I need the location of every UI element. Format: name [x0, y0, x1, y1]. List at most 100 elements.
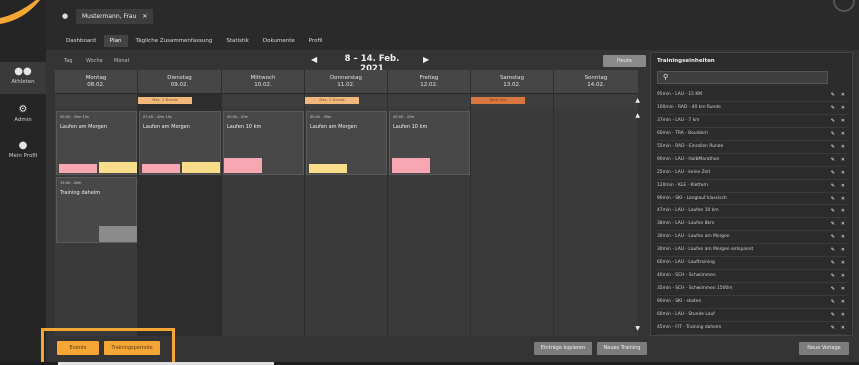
list-item[interactable]: 90min - SKI - skaten ✎ ✕ — [657, 296, 847, 309]
pencil-icon[interactable]: ✎ — [831, 167, 835, 179]
list-item[interactable]: 25min - LAU - keine Zeit ✎ ✕ — [657, 167, 847, 180]
pencil-icon[interactable]: ✎ — [831, 218, 835, 230]
delete-icon[interactable]: ✕ — [841, 296, 845, 308]
list-item[interactable]: 60min - LAU - Lauftraining ✎ ✕ — [657, 257, 847, 271]
scroll-up-icon[interactable]: ▲ — [635, 112, 640, 119]
pencil-icon[interactable]: ✎ — [831, 115, 835, 127]
list-item[interactable]: 38min - LAU - Laufen 8km ✎ ✕ — [657, 218, 847, 232]
tab-daily-summary[interactable]: Tägliche Zusammenfassung — [130, 35, 219, 47]
pencil-icon[interactable]: ✎ — [831, 231, 835, 243]
list-item[interactable]: 60min - LAU - Stunde Lauf ✎ ✕ — [657, 309, 847, 322]
delete-icon[interactable]: ✕ — [841, 231, 845, 243]
pencil-icon[interactable]: ✎ — [831, 296, 835, 308]
training-period-button[interactable]: Trainingsperiode — [104, 341, 160, 355]
view-day[interactable]: Tag — [64, 58, 72, 64]
list-item[interactable]: 45min - FIT - Training daheim ✎ ✕ — [657, 322, 847, 335]
delete-icon[interactable]: ✕ — [841, 283, 845, 295]
delete-icon[interactable]: ✕ — [841, 141, 845, 153]
delete-icon[interactable]: ✕ — [841, 309, 845, 321]
today-button[interactable]: Heute — [603, 55, 646, 67]
delete-icon[interactable]: ✕ — [841, 89, 845, 101]
tab-plan[interactable]: Plan — [103, 35, 128, 47]
pencil-icon[interactable]: ✎ — [831, 270, 835, 282]
delete-icon[interactable]: ✕ — [841, 205, 845, 217]
delete-icon[interactable]: ✕ — [841, 167, 845, 179]
delete-icon[interactable]: ✕ — [841, 154, 845, 166]
close-icon[interactable]: ✕ — [142, 13, 147, 20]
pencil-icon[interactable]: ✎ — [831, 141, 835, 153]
user-avatar[interactable] — [833, 0, 855, 12]
nav-admin[interactable]: ⚙ Admin — [0, 104, 46, 128]
list-item[interactable]: 37min - LAU - 7 km ✎ ✕ — [657, 115, 847, 128]
tab-documents[interactable]: Dokumente — [257, 35, 301, 47]
pencil-icon[interactable]: ✎ — [831, 205, 835, 217]
nav-my-profile[interactable]: ● Mein Profil — [0, 140, 46, 164]
view-month[interactable]: Monat — [114, 58, 130, 64]
list-item[interactable]: 55min - RAD - Einrollen Runde ✎ ✕ — [657, 141, 847, 154]
list-item[interactable]: 30min - LAU - Laufen am Morgen entspannt… — [657, 244, 847, 258]
list-item[interactable]: 60min - TRA - Bouldern ✎ ✕ — [657, 128, 847, 141]
list-item[interactable]: 120min - KLE - Klettern ✎ ✕ — [657, 180, 847, 193]
day-column-sunday[interactable]: Sonntag 14.02. — [554, 70, 638, 336]
events-button[interactable]: Events — [57, 341, 99, 355]
next-week-icon[interactable]: ▶ — [423, 55, 429, 64]
training-event[interactable]: 00:00 - 35m 15s Laufen am Morgen — [56, 111, 137, 175]
day-column-friday[interactable]: Freitag 12.02. — [388, 70, 471, 336]
athlete-tab[interactable]: Mustermann, Frau ✕ — [76, 9, 154, 24]
new-template-button[interactable]: Neue Vorlage — [799, 342, 849, 355]
list-item[interactable]: 30min - LAU - Laufen am Morgen ✎ ✕ — [657, 231, 847, 245]
day-column-tuesday[interactable]: Dienstag 09.02. — [138, 70, 222, 336]
delete-icon[interactable]: ✕ — [841, 180, 845, 192]
list-item[interactable]: 47min - LAU - Laufen 10 km ✎ ✕ — [657, 205, 847, 219]
copy-entries-button[interactable]: Einträge kopieren — [534, 342, 592, 355]
pencil-icon[interactable]: ✎ — [831, 193, 835, 205]
list-item[interactable]: 90min - SKI - Langlauf klassisch ✎ ✕ — [657, 193, 847, 206]
day-column-wednesday[interactable]: Mittwoch 10.02. — [222, 70, 305, 336]
delete-icon[interactable]: ✕ — [841, 102, 845, 114]
delete-icon[interactable]: ✕ — [841, 218, 845, 230]
delete-icon[interactable]: ✕ — [841, 115, 845, 127]
list-item[interactable]: 90min - LAU - HalbMarathon ✎ ✕ — [657, 154, 847, 167]
list-item[interactable]: 95min - LAU - 15 KM ✎ ✕ — [657, 89, 847, 102]
pencil-icon[interactable]: ✎ — [831, 257, 835, 269]
pencil-icon[interactable]: ✎ — [831, 102, 835, 114]
day-column-saturday[interactable]: Samstag 13.02. — [471, 70, 554, 336]
training-event[interactable]: 15:00 - 45m Training daheim — [56, 177, 137, 243]
delete-icon[interactable]: ✕ — [841, 322, 845, 334]
training-event[interactable]: 00:00 - 47m Laufen 10 km — [389, 111, 470, 175]
scroll-down-icon[interactable]: ▼ — [635, 325, 640, 332]
training-event[interactable]: 00:00 - 30m Laufen am Morgen — [306, 111, 387, 175]
list-item[interactable]: 40min - SCH - Schwimmen ✎ ✕ — [657, 270, 847, 284]
plan-chip[interactable]: Max. 2 Stunde — [305, 97, 359, 104]
view-week[interactable]: Woche — [86, 58, 103, 64]
pencil-icon[interactable]: ✎ — [831, 244, 835, 256]
day-name: Sonntag — [584, 75, 608, 81]
new-training-button[interactable]: Neues Training — [597, 342, 647, 355]
pencil-icon[interactable]: ✎ — [831, 309, 835, 321]
list-item[interactable]: 100min - RAD - 40 km Runde ✎ ✕ — [657, 102, 847, 115]
delete-icon[interactable]: ✕ — [841, 244, 845, 256]
tab-profile[interactable]: Profil — [303, 35, 329, 47]
training-event[interactable]: 07:49 - 42m 15s Laufen am Morgen — [139, 111, 221, 175]
nav-athletes[interactable]: ●● Athleten — [0, 62, 46, 94]
pencil-icon[interactable]: ✎ — [831, 322, 835, 334]
day-column-thursday[interactable]: Donnerstag 11.02. — [305, 70, 388, 336]
delete-icon[interactable]: ✕ — [841, 270, 845, 282]
plan-chip[interactable]: Max. 2 Stunde — [138, 97, 192, 104]
tab-dashboard[interactable]: Dashboard — [60, 35, 102, 47]
delete-icon[interactable]: ✕ — [841, 257, 845, 269]
pencil-icon[interactable]: ✎ — [831, 89, 835, 101]
delete-icon[interactable]: ✕ — [841, 193, 845, 205]
scroll-up-icon[interactable]: ▲ — [635, 97, 640, 104]
list-item[interactable]: 35min - SCH - Schwimmen 1500m ✎ ✕ — [657, 283, 847, 296]
training-event[interactable]: 00:00 - 47m Laufen 10 km — [223, 111, 304, 175]
plan-chip[interactable]: Rote Gen — [471, 97, 525, 104]
tab-statistics[interactable]: Statistik — [220, 35, 254, 47]
pencil-icon[interactable]: ✎ — [831, 180, 835, 192]
pencil-icon[interactable]: ✎ — [831, 283, 835, 295]
previous-week-icon[interactable]: ◀ — [311, 55, 317, 64]
pencil-icon[interactable]: ✎ — [831, 128, 835, 140]
search-input[interactable]: ⚲ — [657, 71, 828, 84]
delete-icon[interactable]: ✕ — [841, 128, 845, 140]
pencil-icon[interactable]: ✎ — [831, 154, 835, 166]
